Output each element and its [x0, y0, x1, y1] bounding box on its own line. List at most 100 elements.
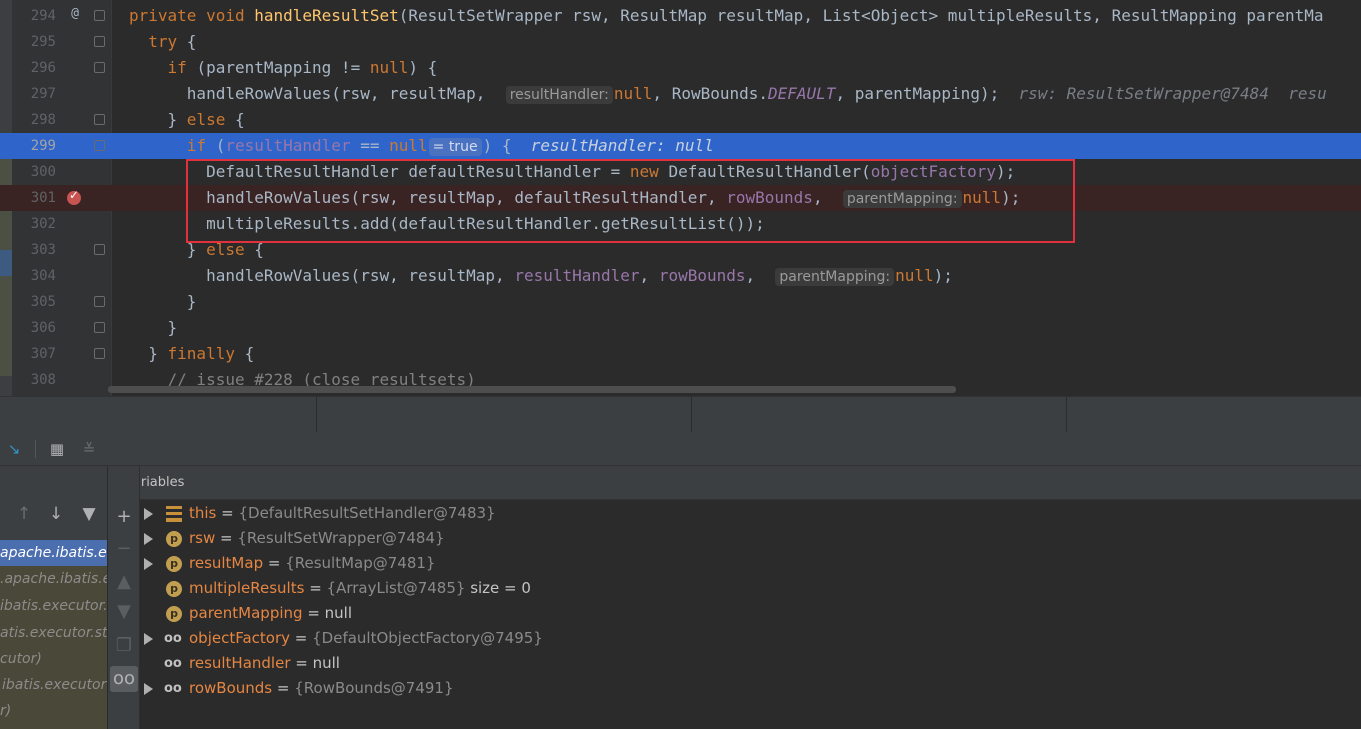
fold-icon[interactable] [94, 348, 105, 359]
code-text: handleRowValues(rsw, resultMap, resultHa… [129, 84, 1327, 104]
fold-icon[interactable] [94, 296, 105, 307]
evaluate-expression-icon[interactable]: ▦ [47, 439, 67, 459]
line-number: 294 [30, 8, 56, 24]
arrow-down-icon[interactable]: ↓ [46, 504, 66, 526]
line-number: 306 [30, 320, 56, 336]
variable-row[interactable]: this = {DefaultResultSetHandler@7483} [140, 501, 1361, 526]
variable-row[interactable]: p resultMap = {ResultMap@7481} [140, 551, 1361, 576]
code-line-299-current[interactable]: 299 if (resultHandler == null = true) { r… [0, 133, 1361, 159]
variable-row[interactable]: p multipleResults = {ArrayList@7485} siz… [140, 576, 1361, 601]
move-down-icon[interactable]: ▼ [114, 602, 134, 622]
line-number: 305 [30, 294, 56, 310]
frames-toolbar: ↑ ↓ ▼ [0, 500, 107, 532]
code-editor[interactable]: 294 @ private void handleResultSet(Resul… [0, 0, 1361, 396]
code-text: } [129, 292, 197, 311]
variable-row[interactable]: oo rowBounds = {RowBounds@7491} [140, 676, 1361, 701]
variables-side-toolbar: + − ▲ ▼ ❐ oo [108, 466, 140, 729]
parameter-icon: p [166, 581, 182, 597]
horizontal-scrollbar[interactable] [108, 386, 956, 393]
code-text: private void handleResultSet(ResultSetWr… [129, 6, 1324, 25]
line-number: 303 [30, 242, 56, 258]
code-text: } [129, 318, 178, 337]
param-hint: resultHandler: [505, 86, 613, 104]
parameter-icon: p [166, 556, 182, 572]
code-text: } finally { [129, 344, 255, 363]
code-text: if (parentMapping != null) { [167, 58, 438, 77]
annotation-highlight-box [186, 159, 1075, 243]
line-number: 296 [30, 60, 56, 76]
field-watch-icon: oo [164, 656, 182, 671]
copy-icon[interactable]: ❐ [114, 636, 134, 656]
expand-arrow-icon[interactable] [144, 683, 153, 695]
step-into-icon[interactable]: ↘ [4, 439, 24, 459]
line-number: 300 [30, 164, 56, 180]
code-line-294[interactable]: 294 @ private void handleResultSet(Resul… [0, 3, 1361, 29]
frame-item[interactable]: ibatis.executor [0, 672, 107, 698]
variable-row[interactable]: p rsw = {ResultSetWrapper@7484} [140, 526, 1361, 551]
frame-item[interactable]: cutor) [0, 646, 107, 672]
code-line-305[interactable]: 305 } [0, 289, 1361, 315]
expand-arrow-icon[interactable] [144, 508, 153, 520]
field-watch-icon: oo [164, 631, 182, 646]
frame-item[interactable]: .apache.ibatis.e [0, 566, 107, 592]
code-text: if (resultHandler == null = true) { resul… [186, 136, 714, 156]
expand-arrow-icon[interactable] [144, 533, 153, 545]
remove-watch-icon[interactable]: − [114, 539, 134, 559]
code-text: handleRowValues(rsw, resultMap, resultHa… [129, 266, 953, 286]
code-text: } else { [129, 110, 245, 129]
line-number: 302 [30, 216, 56, 232]
debug-toolbar: ↘ ▦ ≚ [0, 432, 1361, 466]
expand-arrow-icon[interactable] [144, 558, 153, 570]
variable-row[interactable]: oo resultHandler = null [140, 651, 1361, 676]
fold-icon[interactable] [94, 244, 105, 255]
frame-item[interactable]: ibatis.executor.s [0, 593, 107, 619]
variable-row[interactable]: p parentMapping = null [140, 601, 1361, 626]
add-watch-icon[interactable]: + [114, 507, 134, 527]
fold-icon[interactable] [94, 36, 105, 47]
line-number: 304 [30, 268, 56, 284]
fold-icon[interactable] [94, 114, 105, 125]
fold-icon[interactable] [94, 322, 105, 333]
line-number: 299 [30, 138, 56, 154]
line-number: 307 [30, 346, 56, 362]
code-line-298[interactable]: 298 } else { [0, 107, 1361, 133]
frame-item[interactable]: r) [0, 698, 107, 724]
line-number: 295 [30, 34, 56, 50]
field-watch-icon: oo [164, 681, 182, 696]
frames-panel: ↑ ↓ ▼ apache.ibatis.e .apache.ibatis.e i… [0, 466, 108, 729]
fold-icon[interactable] [94, 10, 105, 21]
code-line-295[interactable]: 295 try { [0, 29, 1361, 55]
override-icon[interactable]: @ [68, 6, 82, 24]
line-number: 297 [30, 86, 56, 102]
arrow-up-icon[interactable]: ↑ [14, 504, 34, 526]
show-watches-icon[interactable]: oo [110, 666, 138, 692]
param-hint: parentMapping: [775, 268, 895, 286]
condition-value-hint: = true [428, 138, 482, 156]
variable-row[interactable]: oo objectFactory = {DefaultObjectFactory… [140, 626, 1361, 651]
parameter-icon: p [166, 531, 182, 547]
code-text: } else { [129, 240, 264, 259]
code-line-304[interactable]: 304 handleRowValues(rsw, resultMap, resu… [0, 263, 1361, 289]
filter-icon[interactable]: ▼ [79, 504, 99, 526]
code-line-296[interactable]: 296 if (parentMapping != null) { [0, 55, 1361, 81]
code-line-306[interactable]: 306 } [0, 315, 1361, 341]
fold-icon[interactable] [94, 62, 105, 73]
inline-debug-value: resultHandler: null [530, 136, 714, 155]
breakpoint-icon[interactable] [67, 188, 81, 205]
variables-tree[interactable]: this = {DefaultResultSetHandler@7483} p … [140, 500, 1361, 729]
code-text: try { [148, 32, 197, 51]
code-line-297[interactable]: 297 handleRowValues(rsw, resultMap, resu… [0, 81, 1361, 107]
inline-debug-value: rsw: ResultSetWrapper@7484 resu [1018, 84, 1327, 103]
trace-icon[interactable]: ≚ [79, 439, 99, 459]
line-number: 308 [30, 372, 56, 388]
code-line-307[interactable]: 307 } finally { [0, 341, 1361, 367]
frame-item[interactable]: atis.executor.st [0, 620, 107, 646]
debug-panel-tabs [0, 396, 1361, 433]
variables-header: Variables [108, 466, 1361, 500]
parameter-icon: p [166, 606, 182, 622]
expand-arrow-icon[interactable] [144, 633, 153, 645]
move-up-icon[interactable]: ▲ [114, 572, 134, 592]
frame-item[interactable]: apache.ibatis.e [0, 540, 107, 566]
line-number: 301 [30, 190, 56, 206]
fold-icon[interactable] [94, 140, 105, 151]
